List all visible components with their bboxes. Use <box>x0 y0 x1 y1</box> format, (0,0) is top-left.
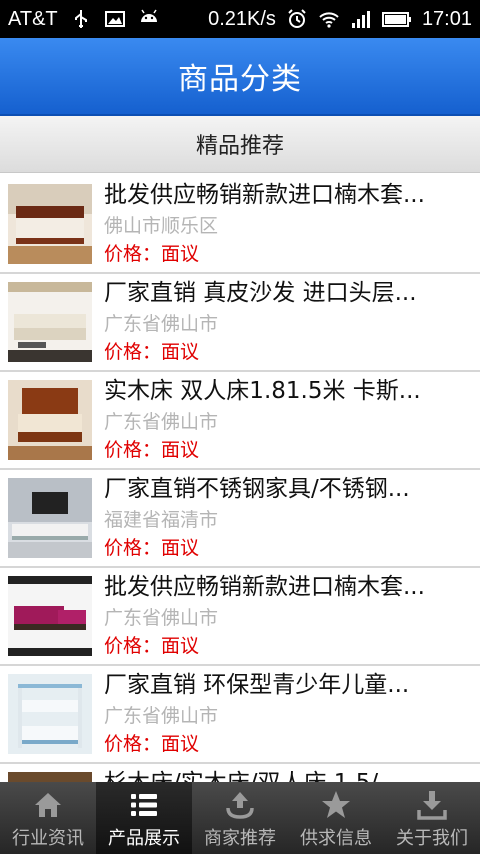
download-icon <box>415 788 449 822</box>
nav-item-merchants[interactable]: 商家推荐 <box>192 782 288 854</box>
list-item[interactable]: 厂家直销 环保型青少年儿童... 广东省佛山市 价格：面议 <box>0 666 480 764</box>
product-location: 佛山市顺乐区 <box>104 215 219 237</box>
nav-item-supply[interactable]: 供求信息 <box>288 782 384 854</box>
product-price: 价格：面议 <box>104 439 200 461</box>
list-item[interactable]: 批发供应畅销新款进口楠木套... 佛山市顺乐区 价格：面议 <box>0 176 480 274</box>
alarm-icon <box>286 8 308 30</box>
nav-label: 关于我们 <box>396 828 468 849</box>
nav-item-news[interactable]: 行业资讯 <box>0 782 96 854</box>
section-header: 精品推荐 <box>0 116 480 173</box>
star-icon <box>319 788 353 822</box>
nav-item-products[interactable]: 产品展示 <box>96 782 192 854</box>
product-thumbnail <box>8 184 92 264</box>
nav-label: 商家推荐 <box>204 828 276 849</box>
list-item[interactable]: 厂家直销 真皮沙发 进口头层... 广东省佛山市 价格：面议 <box>0 274 480 372</box>
list-icon <box>127 788 161 822</box>
product-location: 广东省佛山市 <box>104 411 219 433</box>
product-price: 价格：面议 <box>104 243 200 265</box>
nav-label: 供求信息 <box>300 828 372 849</box>
product-title: 厂家直销 真皮沙发 进口头层... <box>104 280 417 306</box>
title-bar: 商品分类 <box>0 38 480 116</box>
nav-item-about[interactable]: 关于我们 <box>384 782 480 854</box>
product-price: 价格：面议 <box>104 537 200 559</box>
product-price: 价格：面议 <box>104 733 200 755</box>
network-speed: 0.21K/s <box>208 7 276 30</box>
product-title: 实木床 双人床1.81.5米 卡斯... <box>104 378 421 404</box>
battery-icon <box>381 8 412 30</box>
list-item[interactable]: 批发供应畅销新款进口楠木套... 广东省佛山市 价格：面议 <box>0 568 480 666</box>
usb-icon <box>70 8 92 30</box>
product-price: 价格：面议 <box>104 635 200 657</box>
carrier-label: AT&T <box>8 7 58 30</box>
signal-icon <box>350 8 372 30</box>
status-bar: AT&T 0.21K/s 17:01 <box>0 0 480 38</box>
nav-label: 产品展示 <box>108 828 180 849</box>
product-title: 批发供应畅销新款进口楠木套... <box>104 182 425 208</box>
home-icon <box>31 788 65 822</box>
product-thumbnail <box>8 478 92 558</box>
bottom-nav: 行业资讯 产品展示 商家推荐 供求信息 关于我们 <box>0 782 480 854</box>
product-price: 价格：面议 <box>104 341 200 363</box>
section-title: 精品推荐 <box>195 134 284 159</box>
nav-label: 行业资讯 <box>12 828 84 849</box>
product-title: 厂家直销不锈钢家具/不锈钢... <box>104 476 410 502</box>
list-item[interactable]: 杉木床/实木床/双人床 1.5/ <box>0 764 480 782</box>
product-thumbnail <box>8 772 92 782</box>
android-icon <box>138 8 160 30</box>
product-title: 杉木床/实木床/双人床 1.5/ <box>104 766 474 782</box>
product-location: 广东省佛山市 <box>104 313 219 335</box>
product-thumbnail <box>8 576 92 656</box>
product-thumbnail <box>8 674 92 754</box>
page-title: 商品分类 <box>178 62 302 97</box>
product-thumbnail <box>8 380 92 460</box>
list-item[interactable]: 厂家直销不锈钢家具/不锈钢... 福建省福清市 价格：面议 <box>0 470 480 568</box>
image-icon <box>104 8 126 30</box>
upload-icon <box>223 788 257 822</box>
list-item[interactable]: 实木床 双人床1.81.5米 卡斯... 广东省佛山市 价格：面议 <box>0 372 480 470</box>
product-title: 批发供应畅销新款进口楠木套... <box>104 574 425 600</box>
product-list[interactable]: 批发供应畅销新款进口楠木套... 佛山市顺乐区 价格：面议 厂家直销 真皮沙发 … <box>0 176 480 782</box>
product-location: 广东省佛山市 <box>104 705 219 727</box>
product-thumbnail <box>8 282 92 362</box>
product-title: 厂家直销 环保型青少年儿童... <box>104 672 410 698</box>
product-location: 福建省福清市 <box>104 509 219 531</box>
clock: 17:01 <box>421 7 472 30</box>
product-location: 广东省佛山市 <box>104 607 219 629</box>
wifi-icon <box>318 8 340 30</box>
